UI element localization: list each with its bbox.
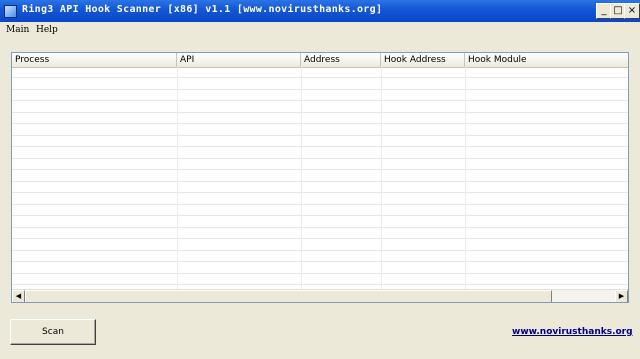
app-icon [4, 5, 17, 18]
title-bar[interactable]: Ring3 API Hook Scanner [x86] v1.1 [www.n… [0, 0, 640, 22]
column-header-hook-module[interactable]: Hook Module [465, 53, 628, 67]
grid-row-line [12, 181, 628, 182]
grid-column-line [381, 67, 382, 289]
list-header: Process API Address Hook Address Hook Mo… [12, 53, 628, 68]
column-header-api[interactable]: API [177, 53, 301, 67]
grid-column-line [301, 67, 302, 289]
results-list[interactable]: Process API Address Hook Address Hook Mo… [11, 52, 629, 303]
scroll-thumb[interactable] [25, 290, 552, 302]
column-header-address[interactable]: Address [301, 53, 381, 67]
grid-row-line [12, 169, 628, 170]
grid-row-line [12, 77, 628, 78]
grid-row-line [12, 250, 628, 251]
grid-row-line [12, 204, 628, 205]
scan-button[interactable]: Scan [10, 319, 96, 345]
grid-row-line [12, 135, 628, 136]
grid-row-line [12, 215, 628, 216]
close-button[interactable]: × [624, 3, 640, 19]
grid-column-line [465, 67, 466, 289]
grid-row-line [12, 100, 628, 101]
scroll-left-arrow-icon[interactable]: ◀ [12, 290, 25, 302]
grid-row-line [12, 273, 628, 274]
window-title: Ring3 API Hook Scanner [x86] v1.1 [www.n… [22, 4, 383, 15]
grid-row-line [12, 146, 628, 147]
column-header-process[interactable]: Process [12, 53, 177, 67]
grid-row-line [12, 123, 628, 124]
column-header-hook-address[interactable]: Hook Address [381, 53, 465, 67]
menu-main[interactable]: Main [6, 25, 29, 35]
grid-row-line [12, 284, 628, 285]
scroll-right-arrow-icon[interactable]: ▶ [615, 290, 628, 302]
website-link[interactable]: www.novirusthanks.org [512, 327, 633, 337]
menu-help[interactable]: Help [36, 25, 58, 35]
grid-row-line [12, 238, 628, 239]
grid-row-line [12, 89, 628, 90]
grid-row-line [12, 158, 628, 159]
grid-row-line [12, 261, 628, 262]
grid-column-line [177, 67, 178, 289]
horizontal-scrollbar[interactable]: ◀ ▶ [12, 289, 628, 302]
menu-bar: Main Help [0, 22, 640, 39]
grid-row-line [12, 227, 628, 228]
grid-row-line [12, 192, 628, 193]
grid-row-line [12, 112, 628, 113]
